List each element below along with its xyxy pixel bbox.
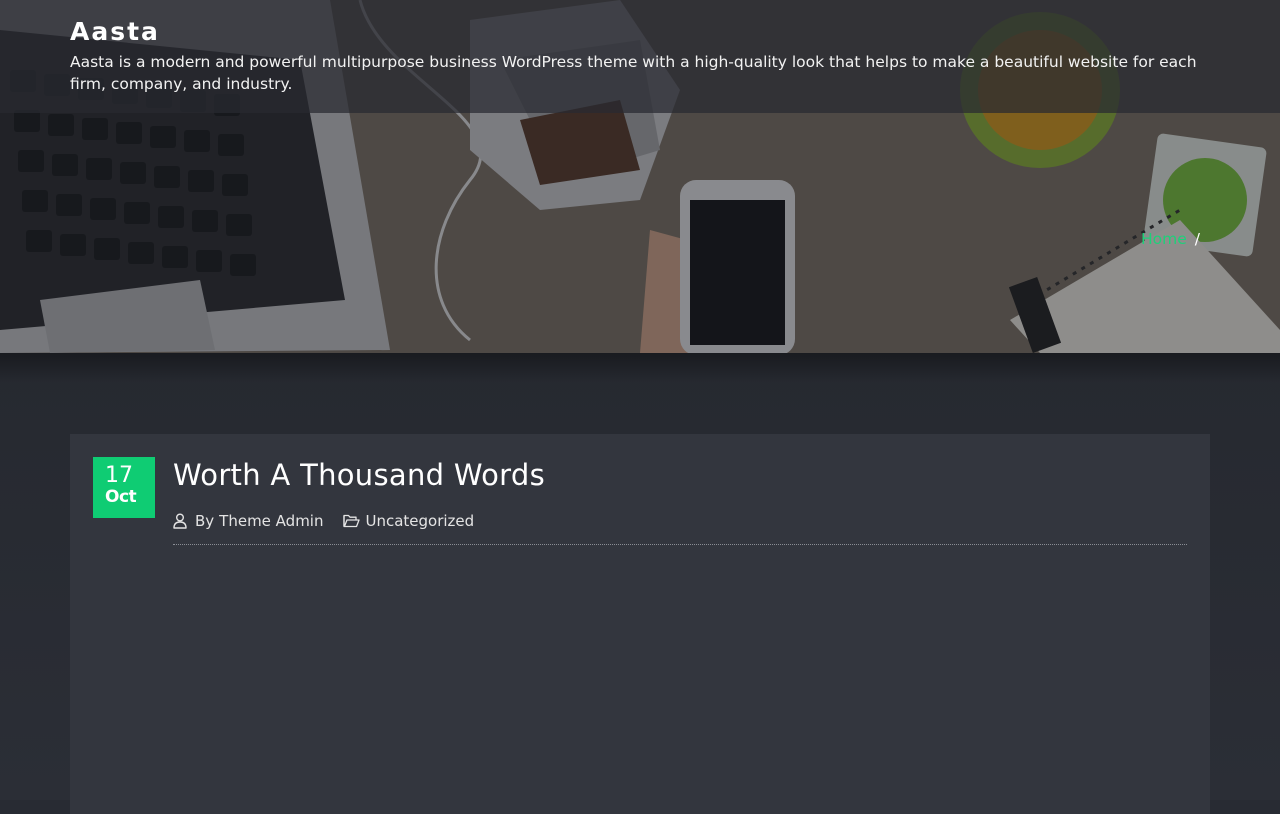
breadcrumb-separator: / [1194,230,1200,248]
post-divider [173,544,1187,545]
post-category: Uncategorized [343,512,474,530]
post-meta: By Theme Admin Uncategorized [173,510,474,532]
site-title-link[interactable]: Aasta [70,16,160,48]
post-date-badge: 17 Oct [93,457,155,518]
post-category-link[interactable]: Uncategorized [365,512,474,530]
post-date-day: 17 [105,463,133,488]
site-description: Aasta is a modern and powerful multipurp… [70,53,1197,93]
hero-shadow [0,353,1280,383]
site-header: Aasta Aasta is a modern and powerful mul… [0,0,1280,113]
post-author-link[interactable]: Theme Admin [219,512,323,530]
breadcrumb: Home / [1141,230,1200,248]
breadcrumb-home-link[interactable]: Home [1141,230,1187,248]
post-author-prefix: By [195,512,215,530]
post-date-month: Oct [105,487,137,507]
post-card: 17 Oct Worth A Thousand Words By Theme A… [70,434,1210,814]
post-title: Worth A Thousand Words [173,458,546,492]
post-author: By Theme Admin [173,512,323,530]
folder-open-icon [343,514,361,528]
user-icon [173,513,187,529]
